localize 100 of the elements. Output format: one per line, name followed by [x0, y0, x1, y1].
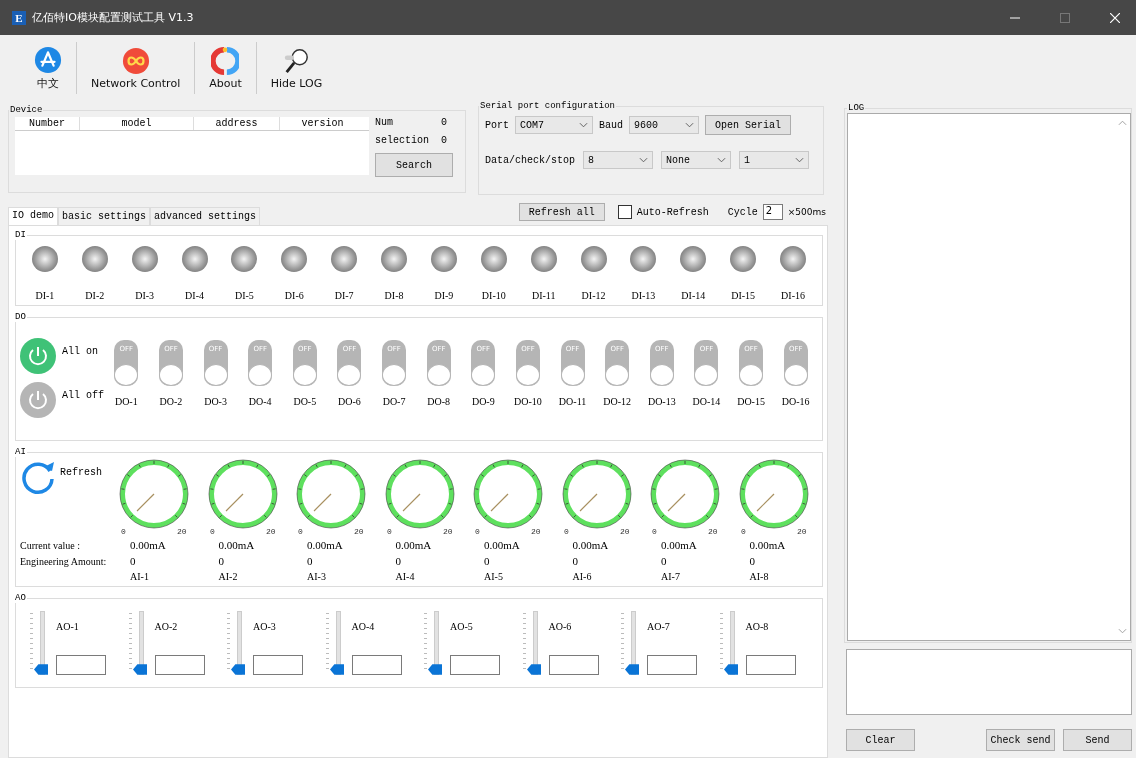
all-off-label: All off: [62, 390, 104, 401]
toolbar-button[interactable]: About: [197, 42, 254, 94]
channel-label: DI-4: [185, 290, 204, 301]
channel-label: DO-3: [204, 396, 227, 407]
refresh-icon[interactable]: [20, 459, 56, 495]
column-header[interactable]: Number: [15, 117, 80, 130]
channel-label: DI-7: [334, 290, 354, 301]
vertical-slider[interactable]: [719, 611, 740, 675]
current-value: 0.00mA: [306, 539, 344, 551]
engineering-value: 0: [483, 555, 491, 567]
data-bits-dropdown[interactable]: 8: [583, 151, 653, 169]
baud-label: Baud: [599, 119, 624, 131]
vertical-slider[interactable]: [621, 611, 641, 675]
slider-thumb[interactable]: [329, 664, 344, 675]
channel-label: DI-10: [481, 290, 506, 301]
value-field[interactable]: [154, 655, 205, 675]
tab[interactable]: advanced settings: [150, 207, 261, 225]
baud-dropdown[interactable]: 9600: [629, 116, 700, 134]
value-field[interactable]: [351, 655, 402, 675]
slider-thumb[interactable]: [723, 664, 738, 675]
vertical-slider[interactable]: [30, 611, 50, 675]
channel-label: DO-14: [692, 396, 721, 407]
refresh-all-button[interactable]: Refresh all: [518, 203, 605, 221]
tab[interactable]: basic settings: [58, 207, 151, 225]
channel-label: DI-6: [284, 290, 304, 301]
gauge: 0 20: [119, 459, 190, 535]
chevron-down-icon: [685, 122, 695, 128]
current-value: 0.00mA: [394, 539, 433, 551]
toolbar-button[interactable]: 中文: [22, 41, 74, 95]
tab[interactable]: IO demo: [8, 207, 58, 225]
channel-label: AI-3: [306, 571, 327, 582]
vertical-slider[interactable]: [424, 611, 444, 675]
group-title: AI: [14, 447, 27, 457]
column-header[interactable]: version: [280, 117, 365, 130]
engineering-value: 0: [660, 555, 668, 567]
chevron-down-icon: [579, 122, 588, 128]
channel-label: AO-8: [745, 621, 770, 632]
column-header[interactable]: model: [80, 117, 194, 130]
channel-label: DO-8: [427, 396, 451, 407]
infinity-icon: [121, 46, 150, 75]
channel-label: DO-7: [382, 396, 406, 407]
checkbox[interactable]: [617, 205, 632, 219]
channel-label: DO-13: [647, 396, 676, 407]
channel-label: DI-16: [781, 290, 805, 301]
close-icon[interactable]: [1110, 12, 1120, 23]
open-serial-button[interactable]: Open Serial: [705, 115, 792, 135]
channel-label: DO-10: [514, 396, 542, 407]
all-on-label: All on: [62, 346, 98, 357]
slider-thumb[interactable]: [428, 664, 442, 675]
value-field[interactable]: [450, 655, 500, 675]
engineering-value: 0: [571, 555, 579, 567]
value-field[interactable]: [253, 655, 303, 675]
channel-label: DO-2: [159, 396, 183, 407]
channel-label: DO-6: [338, 396, 361, 407]
send-field[interactable]: [846, 649, 1132, 715]
cycle-label: Cycle: [727, 206, 758, 218]
slider-thumb[interactable]: [231, 664, 245, 675]
value-field[interactable]: [745, 655, 796, 675]
group-title: LOG: [847, 103, 866, 113]
vertical-slider[interactable]: [227, 611, 247, 675]
channel-label: AO-3: [253, 621, 277, 632]
slider-thumb[interactable]: [526, 664, 541, 675]
checkbox-label: Auto-Refresh: [636, 206, 709, 218]
channel-label: AO-4: [351, 621, 376, 632]
gauge: 0 20: [296, 459, 367, 535]
channel-label: DI-1: [35, 290, 55, 301]
current-value-label: Current value :: [20, 539, 81, 551]
toolbar-button[interactable]: Network Control: [79, 42, 193, 94]
slider-thumb[interactable]: [132, 664, 147, 675]
slider-thumb[interactable]: [625, 664, 639, 675]
channel-label: DO-5: [293, 396, 317, 407]
clear-button[interactable]: Clear: [846, 729, 915, 751]
stop-bits-dropdown[interactable]: 1: [739, 151, 809, 169]
num-label: Num: [375, 117, 393, 128]
column-header[interactable]: address: [194, 117, 280, 130]
search-button[interactable]: Search: [375, 153, 453, 177]
channel-label: AI-7: [660, 571, 681, 582]
channel-label: AO-1: [56, 621, 80, 632]
port-dropdown[interactable]: COM7: [515, 116, 593, 134]
check-send-button[interactable]: Check send: [986, 729, 1055, 751]
gauge: 0 20: [207, 459, 278, 535]
vertical-slider[interactable]: [325, 611, 346, 675]
value-field[interactable]: [647, 655, 697, 675]
window-title: 亿佰特IO模块配置测试工具 V1.3: [32, 10, 194, 25]
send-button[interactable]: Send: [1063, 729, 1132, 751]
check-dropdown[interactable]: None: [661, 151, 731, 169]
frame-label: Data/check/stop: [485, 154, 575, 166]
cycle-field[interactable]: 2: [762, 204, 783, 220]
selection-label: selection: [375, 135, 429, 146]
toolbar-button[interactable]: Hide LOG: [258, 42, 335, 94]
value-field[interactable]: [56, 655, 106, 675]
current-value: 0.00mA: [571, 539, 610, 551]
vertical-slider[interactable]: [128, 611, 149, 675]
value-field[interactable]: [548, 655, 599, 675]
channel-label: AI-5: [483, 571, 504, 582]
channel-label: AO-6: [548, 621, 573, 632]
channel-label: DI-15: [731, 290, 756, 301]
vertical-slider[interactable]: [522, 611, 543, 675]
slider-thumb[interactable]: [34, 664, 48, 675]
channel-label: DI-13: [631, 290, 656, 301]
